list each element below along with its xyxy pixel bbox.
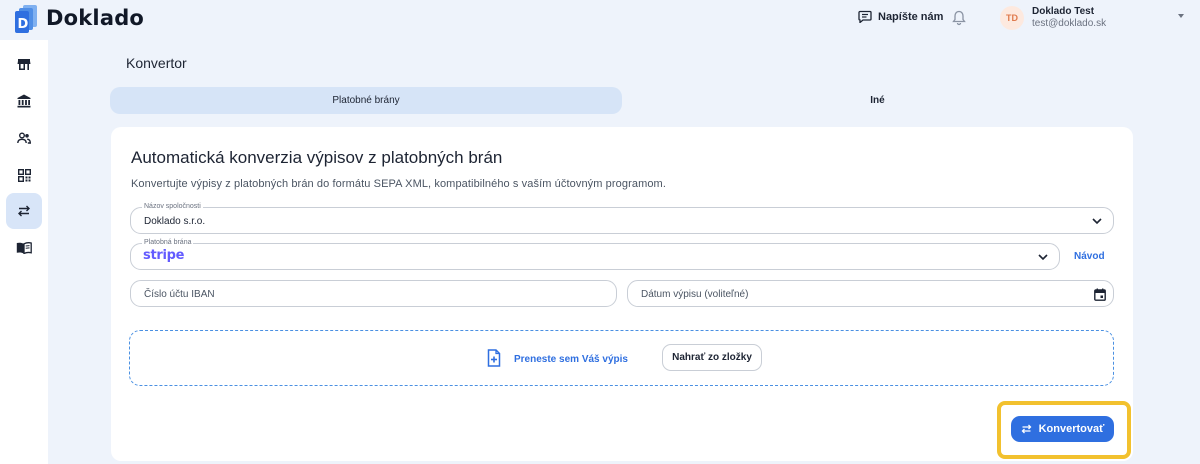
user-info: Doklado Test test@doklado.sk [1032, 6, 1106, 30]
guide-link[interactable]: Návod [1074, 251, 1105, 262]
convert-button-label: Konvertovať [1038, 423, 1105, 435]
people-icon [17, 132, 31, 144]
company-select[interactable]: Názov spoločnosti Doklado s.r.o. [130, 203, 1114, 234]
user-menu[interactable]: TD Doklado Test test@doklado.sk [1000, 6, 1106, 30]
iban-placeholder: Číslo účtu IBAN [144, 289, 215, 300]
sidebar-item-store[interactable] [6, 46, 42, 82]
chat-icon [858, 10, 872, 23]
chevron-down-icon[interactable] [1091, 215, 1103, 227]
avatar: TD [1000, 6, 1024, 30]
svg-text:D: D [18, 17, 29, 32]
gateway-select-label: Platobná brána [142, 239, 194, 247]
tab-bar: Platobné brány Iné [110, 87, 1133, 114]
company-select-label: Názov spoločnosti [142, 203, 203, 211]
top-bar: D Doklado Napíšte nám TD Doklado Test te… [0, 0, 1200, 40]
card-title: Automatická konverzia výpisov z platobný… [131, 148, 503, 167]
chevron-down-icon[interactable] [1037, 251, 1049, 263]
user-menu-caret-icon[interactable] [1178, 14, 1184, 18]
sidebar [0, 40, 48, 464]
stripe-logo: stripe [143, 248, 185, 263]
calendar-icon[interactable] [1094, 288, 1106, 301]
book-icon [16, 242, 32, 254]
qr-code-icon [17, 168, 31, 182]
user-email: test@doklado.sk [1032, 18, 1107, 29]
converter-card: Automatická konverzia výpisov z platobný… [111, 127, 1133, 461]
sidebar-item-guide[interactable] [6, 230, 42, 266]
upload-from-folder-button[interactable]: Nahrať zo zložky [662, 344, 762, 371]
store-icon [17, 58, 31, 70]
card-description: Konvertujte výpisy z platobných brán do … [131, 178, 666, 190]
dropzone-text: Preneste sem Váš výpis [514, 354, 628, 365]
app-logo[interactable]: D Doklado [14, 4, 145, 33]
statement-date-placeholder: Dátum výpisu (voliteľné) [641, 289, 749, 300]
company-select-value: Doklado s.r.o. [144, 216, 206, 227]
sidebar-item-converter[interactable] [6, 193, 42, 229]
file-dropzone[interactable]: Preneste sem Váš výpis Nahrať zo zložky [129, 330, 1114, 386]
sidebar-item-bank[interactable] [6, 83, 42, 119]
app-name: Doklado [46, 6, 145, 30]
sidebar-item-people[interactable] [6, 120, 42, 156]
write-us-label: Napíšte nám [878, 10, 944, 23]
file-add-icon [487, 349, 501, 367]
tab-payment-gateways[interactable]: Platobné brány [110, 87, 622, 114]
bank-icon [17, 94, 31, 108]
convert-button[interactable]: Konvertovať [1011, 416, 1114, 442]
doklado-logo-icon: D [14, 4, 40, 33]
statement-date-input[interactable]: Dátum výpisu (voliteľné) [627, 280, 1114, 307]
iban-input[interactable]: Číslo účtu IBAN [130, 280, 617, 307]
write-us-button[interactable]: Napíšte nám [858, 10, 943, 23]
user-name: Doklado Test [1032, 6, 1095, 17]
sidebar-item-qr[interactable] [6, 157, 42, 193]
tab-other[interactable]: Iné [622, 87, 1133, 114]
swap-icon [1021, 424, 1032, 434]
notifications-bell-icon[interactable] [952, 10, 966, 31]
swap-icon [18, 205, 30, 217]
page-title: Konvertor [126, 55, 187, 71]
gateway-select[interactable]: Platobná brána stripe [130, 239, 1060, 270]
